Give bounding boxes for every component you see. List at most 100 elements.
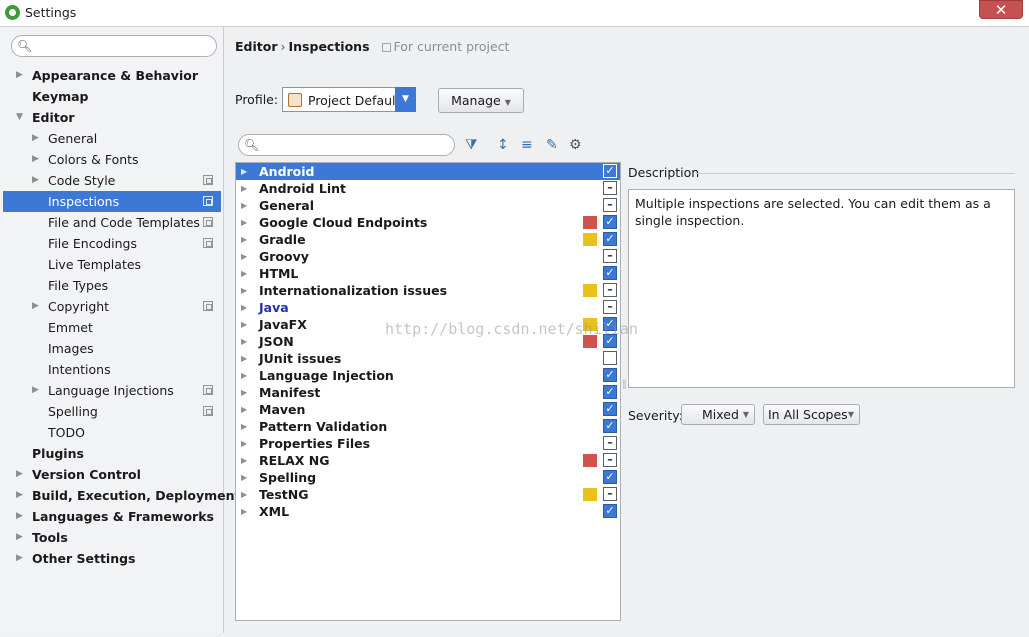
chevron-right-icon[interactable]: ▶	[241, 384, 247, 401]
sidebar-item[interactable]: ▶ Copyright	[3, 296, 221, 317]
inspection-row[interactable]: ▶ Android ✓	[236, 163, 620, 180]
scope-select[interactable]: In All Scopes ▼	[763, 404, 860, 425]
inspection-row[interactable]: ▶ XML ✓	[236, 503, 620, 520]
enable-checkbox[interactable]: –	[603, 436, 617, 450]
inspection-row[interactable]: ▶ HTML ✓	[236, 265, 620, 282]
sidebar-item[interactable]: Inspections	[3, 191, 221, 212]
chevron-right-icon[interactable]: ▶	[241, 248, 247, 265]
sidebar-item[interactable]: Spelling	[3, 401, 221, 422]
inspection-row[interactable]: ▶ Language Injection ✓	[236, 367, 620, 384]
sidebar-item[interactable]: ▼ Editor	[3, 107, 221, 128]
sidebar-item[interactable]: TODO	[3, 422, 221, 443]
inspection-row[interactable]: ▶ Gradle ✓	[236, 231, 620, 248]
enable-checkbox[interactable]: ✓	[603, 266, 617, 280]
sidebar-item[interactable]: Emmet	[3, 317, 221, 338]
chevron-right-icon[interactable]: ▶	[241, 282, 247, 299]
inspection-row[interactable]: ▶ RELAX NG –	[236, 452, 620, 469]
chevron-right-icon[interactable]: ▶	[241, 486, 247, 503]
inspection-row[interactable]: ▶ Spelling ✓	[236, 469, 620, 486]
enable-checkbox[interactable]: ✓	[603, 164, 617, 178]
chevron-right-icon[interactable]: ▶	[32, 149, 39, 170]
sidebar-item[interactable]: ▶ Other Settings	[3, 548, 221, 569]
sidebar-item[interactable]: Live Templates	[3, 254, 221, 275]
inspection-row[interactable]: ▶ Google Cloud Endpoints ✓	[236, 214, 620, 231]
chevron-right-icon[interactable]: ▶	[241, 231, 247, 248]
inspection-row[interactable]: ▶ Properties Files –	[236, 435, 620, 452]
sidebar-item[interactable]: ▶ Code Style	[3, 170, 221, 191]
chevron-right-icon[interactable]: ▶	[241, 197, 247, 214]
chevron-right-icon[interactable]: ▶	[241, 503, 247, 520]
enable-checkbox[interactable]: –	[603, 283, 617, 297]
close-button[interactable]: ✕	[979, 0, 1023, 19]
enable-checkbox[interactable]: ✓	[603, 504, 617, 518]
sidebar-item[interactable]: ▶ Language Injections	[3, 380, 221, 401]
sidebar-item[interactable]: ▶ Tools	[3, 527, 221, 548]
chevron-right-icon[interactable]: ▶	[241, 333, 247, 350]
chevron-right-icon[interactable]: ▶	[32, 296, 39, 317]
enable-checkbox[interactable]: ✓	[603, 232, 617, 246]
gear-icon[interactable]: ⚙	[569, 136, 582, 154]
enable-checkbox[interactable]: –	[603, 453, 617, 467]
sidebar-item[interactable]: ▶ Colors & Fonts	[3, 149, 221, 170]
settings-search-input[interactable]: 🔍︎	[11, 35, 217, 57]
chevron-right-icon[interactable]: ▶	[241, 299, 247, 316]
inspection-row[interactable]: ▶ Manifest ✓	[236, 384, 620, 401]
chevron-right-icon[interactable]: ▶	[241, 316, 247, 333]
chevron-right-icon[interactable]: ▶	[16, 464, 23, 485]
enable-checkbox[interactable]: –	[603, 300, 617, 314]
sidebar-item[interactable]: Keymap	[3, 86, 221, 107]
chevron-right-icon[interactable]: ▶	[32, 128, 39, 149]
chevron-right-icon[interactable]: ▶	[16, 65, 23, 86]
chevron-right-icon[interactable]: ▶	[241, 350, 247, 367]
sidebar-item[interactable]: ▶ General	[3, 128, 221, 149]
chevron-right-icon[interactable]: ▶	[16, 548, 23, 569]
enable-checkbox[interactable]: ✓	[603, 470, 617, 484]
chevron-right-icon[interactable]: ▶	[241, 180, 247, 197]
chevron-right-icon[interactable]: ▶	[241, 418, 247, 435]
splitter-handle[interactable]: ║	[622, 380, 627, 396]
chevron-down-icon[interactable]: ▼	[16, 107, 23, 128]
chevron-right-icon[interactable]: ▶	[32, 170, 39, 191]
chevron-right-icon[interactable]: ▶	[241, 214, 247, 231]
expand-all-icon[interactable]: ↕	[497, 136, 509, 154]
enable-checkbox[interactable]: ✓	[603, 402, 617, 416]
filter-icon[interactable]: ⧩	[465, 136, 478, 154]
inspections-list[interactable]: ▶ Android ✓ ▶ Android Lint – ▶ General – ▶ Google …	[235, 162, 621, 621]
profile-select[interactable]: Project Default ▼	[282, 87, 416, 112]
sidebar-item[interactable]: File Types	[3, 275, 221, 296]
enable-checkbox[interactable]: ✓	[603, 419, 617, 433]
reset-icon[interactable]: ✎	[546, 136, 558, 154]
chevron-right-icon[interactable]: ▶	[241, 401, 247, 418]
inspection-row[interactable]: ▶ Internationalization issues –	[236, 282, 620, 299]
sidebar-item[interactable]: ▶ Build, Execution, Deployment	[3, 485, 240, 506]
collapse-all-icon[interactable]: ≡	[521, 136, 533, 154]
chevron-right-icon[interactable]: ▶	[16, 527, 23, 548]
chevron-right-icon[interactable]: ▶	[241, 452, 247, 469]
sidebar-item[interactable]: Images	[3, 338, 221, 359]
enable-checkbox[interactable]: ✓	[603, 368, 617, 382]
inspection-row[interactable]: ▶ General –	[236, 197, 620, 214]
sidebar-item[interactable]: ▶ Languages & Frameworks	[3, 506, 221, 527]
sidebar-item[interactable]: ▶ Version Control	[3, 464, 221, 485]
chevron-right-icon[interactable]: ▶	[241, 265, 247, 282]
sidebar-item[interactable]: ▶ Appearance & Behavior	[3, 65, 221, 86]
chevron-right-icon[interactable]: ▶	[241, 367, 247, 384]
chevron-right-icon[interactable]: ▶	[241, 435, 247, 452]
enable-checkbox[interactable]: –	[603, 198, 617, 212]
severity-select[interactable]: Mixed ▼	[681, 404, 755, 425]
inspection-row[interactable]: ▶ Groovy –	[236, 248, 620, 265]
inspection-row[interactable]: ▶ Android Lint –	[236, 180, 620, 197]
inspection-row[interactable]: ▶ Maven ✓	[236, 401, 620, 418]
chevron-down-icon[interactable]: ▼	[395, 87, 416, 112]
sidebar-item[interactable]: Intentions	[3, 359, 221, 380]
sidebar-item[interactable]: Plugins	[3, 443, 221, 464]
enable-checkbox[interactable]: –	[603, 487, 617, 501]
inspection-search-input[interactable]: 🔍︎	[238, 134, 455, 156]
enable-checkbox[interactable]: –	[603, 181, 617, 195]
sidebar-item[interactable]: File and Code Templates	[3, 212, 221, 233]
inspection-row[interactable]: ▶ TestNG –	[236, 486, 620, 503]
inspection-row[interactable]: ▶ Pattern Validation ✓	[236, 418, 620, 435]
inspection-row[interactable]: ▶ JUnit issues	[236, 350, 620, 367]
chevron-right-icon[interactable]: ▶	[241, 163, 247, 180]
chevron-right-icon[interactable]: ▶	[16, 485, 23, 506]
